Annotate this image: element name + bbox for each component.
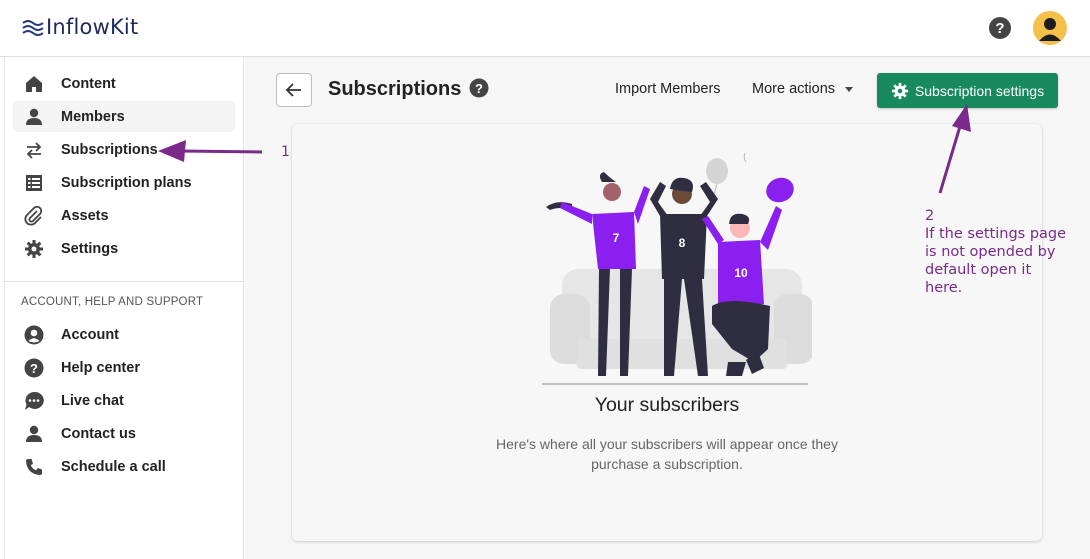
annotation-line: here. xyxy=(925,280,963,296)
sidebar-item-members[interactable]: Members xyxy=(13,101,235,132)
sidebar-item-account[interactable]: Account xyxy=(13,319,235,350)
page-title: Subscriptions xyxy=(328,78,462,100)
jersey-number-7: 7 xyxy=(613,231,620,245)
logo-waves-icon xyxy=(22,20,44,36)
subscription-settings-button[interactable]: Subscription settings xyxy=(877,73,1058,108)
arrow-left-icon xyxy=(285,83,301,97)
annotation-label-1: 1 xyxy=(281,144,290,160)
main-content: Subscriptions ? Import Members More acti… xyxy=(245,57,1090,559)
svg-text:?: ? xyxy=(995,20,1004,37)
sidebar-item-label: Content xyxy=(61,75,116,92)
help-icon[interactable]: ? xyxy=(469,78,489,98)
subscription-settings-label: Subscription settings xyxy=(914,82,1045,99)
logo-text: InflowKit xyxy=(46,15,139,39)
logo[interactable]: InflowKit xyxy=(22,15,138,39)
paperclip-icon xyxy=(23,205,45,227)
back-button[interactable] xyxy=(276,73,312,107)
list-icon xyxy=(23,172,45,194)
phone-icon xyxy=(23,456,45,478)
svg-text:?: ? xyxy=(475,81,483,96)
empty-state-card: 7 8 10 Your subscribers Here's where all… xyxy=(292,124,1042,541)
import-members-button[interactable]: Import Members xyxy=(615,81,721,97)
home-icon xyxy=(23,73,45,95)
section-label: ACCOUNT, HELP AND SUPPORT xyxy=(21,296,204,308)
help-circle-icon: ? xyxy=(23,357,45,379)
sidebar-item-content[interactable]: Content xyxy=(13,68,235,99)
help-icon[interactable]: ? xyxy=(988,16,1012,40)
annotation-line: If the settings page xyxy=(925,226,1067,242)
celebration-illustration: 7 8 10 xyxy=(542,152,812,385)
annotation-number: 2 xyxy=(925,208,935,224)
empty-state-description: Here's where all your subscribers will a… xyxy=(496,436,838,472)
sidebar-item-live-chat[interactable]: Live chat xyxy=(13,385,235,416)
sidebar-divider xyxy=(5,281,244,282)
svg-text:?: ? xyxy=(30,361,38,376)
more-actions-button[interactable]: More actions xyxy=(752,81,854,97)
account-circle-icon xyxy=(23,324,45,346)
sidebar-item-label: Subscriptions xyxy=(61,141,158,158)
sidebar-item-subscriptions[interactable]: Subscriptions xyxy=(13,134,235,165)
gear-icon xyxy=(23,238,45,260)
sidebar-item-label: Help center xyxy=(61,359,140,376)
sidebar: Content Members Subscriptions Subscripti… xyxy=(4,57,244,559)
person-icon xyxy=(23,423,45,445)
sidebar-item-label: Contact us xyxy=(61,425,136,442)
swap-arrows-icon xyxy=(23,139,45,161)
jersey-number-8: 8 xyxy=(679,236,686,250)
sidebar-item-label: Members xyxy=(61,108,125,125)
sidebar-item-schedule-call[interactable]: Schedule a call xyxy=(13,451,235,482)
jersey-number-10: 10 xyxy=(734,266,748,280)
sidebar-item-subscription-plans[interactable]: Subscription plans xyxy=(13,167,235,198)
sidebar-item-label: Live chat xyxy=(61,392,124,409)
sidebar-item-help-center[interactable]: ? Help center xyxy=(13,352,235,383)
sidebar-item-label: Subscription plans xyxy=(61,174,192,191)
sidebar-item-assets[interactable]: Assets xyxy=(13,200,235,231)
sidebar-item-settings[interactable]: Settings xyxy=(13,233,235,264)
sidebar-item-label: Account xyxy=(61,326,119,343)
caret-down-icon xyxy=(845,86,854,92)
sidebar-item-label: Assets xyxy=(61,207,109,224)
more-actions-label: More actions xyxy=(752,81,836,97)
empty-state-title: Your subscribers xyxy=(594,394,740,416)
user-avatar[interactable] xyxy=(1033,11,1067,45)
sidebar-item-label: Settings xyxy=(61,240,119,257)
annotation-line: default open it xyxy=(925,262,1032,278)
gear-icon xyxy=(891,82,909,99)
sidebar-item-contact-us[interactable]: Contact us xyxy=(13,418,235,449)
chat-bubble-icon xyxy=(23,390,45,412)
sidebar-item-label: Schedule a call xyxy=(61,458,166,475)
annotation-line: is not opended by xyxy=(925,244,1056,260)
annotation-label-2: 2 If the settings page is not opended by… xyxy=(925,207,1085,297)
top-bar: InflowKit ? xyxy=(0,0,1090,57)
avatar-person-icon xyxy=(1039,18,1061,41)
person-icon xyxy=(23,106,45,128)
